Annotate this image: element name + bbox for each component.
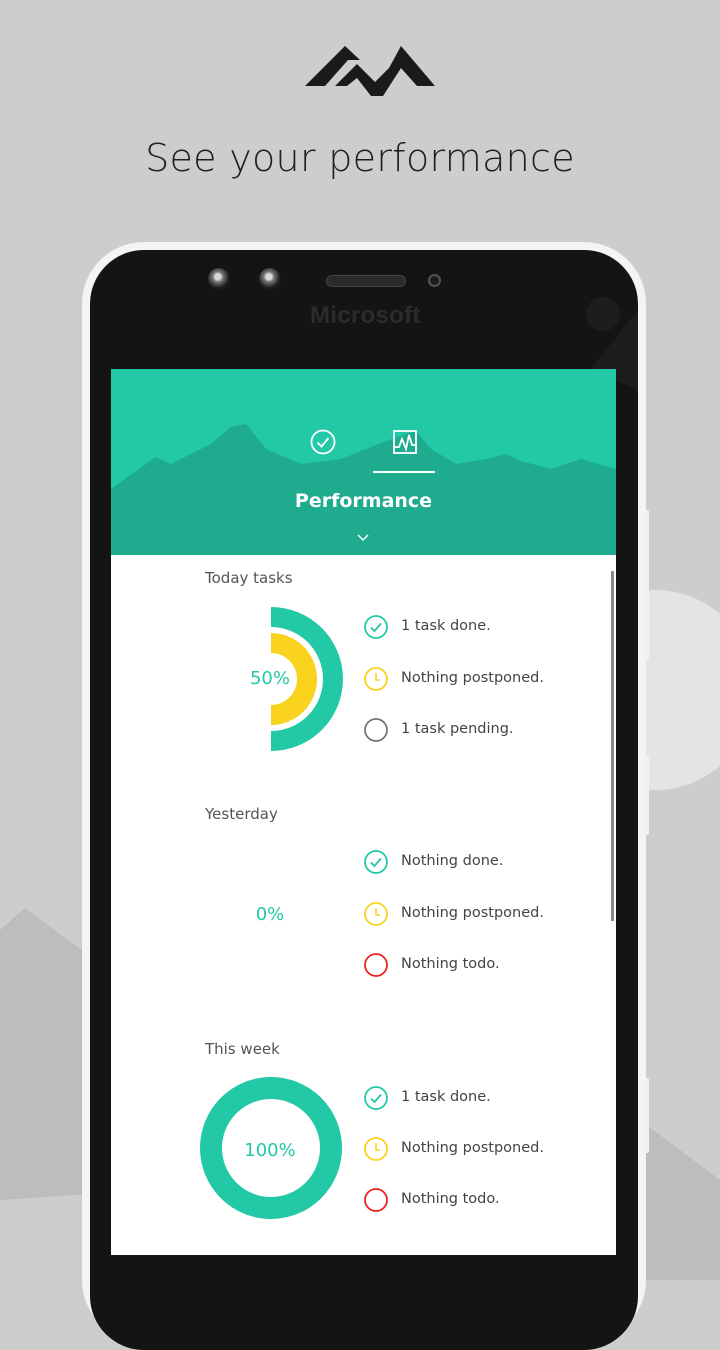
app-header: Performance (111, 369, 616, 555)
phone-side-button (643, 510, 649, 660)
stat-postponed: Nothing postponed. (401, 670, 544, 686)
stat-postponed: Nothing postponed. (401, 1140, 544, 1156)
stat-done: 1 task done. (401, 1089, 491, 1105)
phone-side-button (643, 755, 649, 835)
stat-todo: Nothing todo. (401, 1191, 500, 1207)
header-mountains-art (111, 424, 616, 555)
activity-chart-icon (393, 430, 417, 454)
check-circle-icon (364, 615, 388, 639)
tab-performance[interactable] (390, 427, 420, 457)
stat-pending: 1 task pending. (401, 721, 514, 737)
today-percent: 50% (249, 668, 290, 689)
yesterday-percent: 0% (255, 904, 285, 925)
todo-circle-icon (364, 1188, 388, 1212)
page-title: Performance (294, 490, 433, 512)
section-title-today: Today tasks (205, 569, 293, 587)
active-tab-indicator (373, 471, 435, 473)
stat-done: Nothing done. (401, 853, 504, 869)
phone-side-button (643, 1078, 649, 1153)
check-circle-icon (364, 850, 388, 874)
promo-headline: See your performance (145, 136, 575, 180)
week-percent: 100% (244, 1140, 296, 1161)
pending-circle-icon (364, 718, 388, 742)
tab-tasks[interactable] (308, 427, 338, 457)
stat-todo: Nothing todo. (401, 956, 500, 972)
chevron-down-icon[interactable] (356, 533, 370, 542)
todo-circle-icon (364, 953, 388, 977)
stat-postponed: Nothing postponed. (401, 905, 544, 921)
mountain-logo-icon (305, 46, 435, 96)
scrollbar[interactable] (611, 571, 614, 921)
clock-icon (364, 902, 388, 926)
check-circle-icon (364, 1086, 388, 1110)
section-title-week: This week (205, 1040, 280, 1058)
app-screen: Performance Today tasks 50% 1 task done.… (111, 369, 616, 1255)
section-title-yesterday: Yesterday (205, 805, 278, 823)
clock-icon (364, 1137, 388, 1161)
clock-icon (364, 667, 388, 691)
stat-done: 1 task done. (401, 618, 491, 634)
check-circle-icon (310, 429, 336, 455)
